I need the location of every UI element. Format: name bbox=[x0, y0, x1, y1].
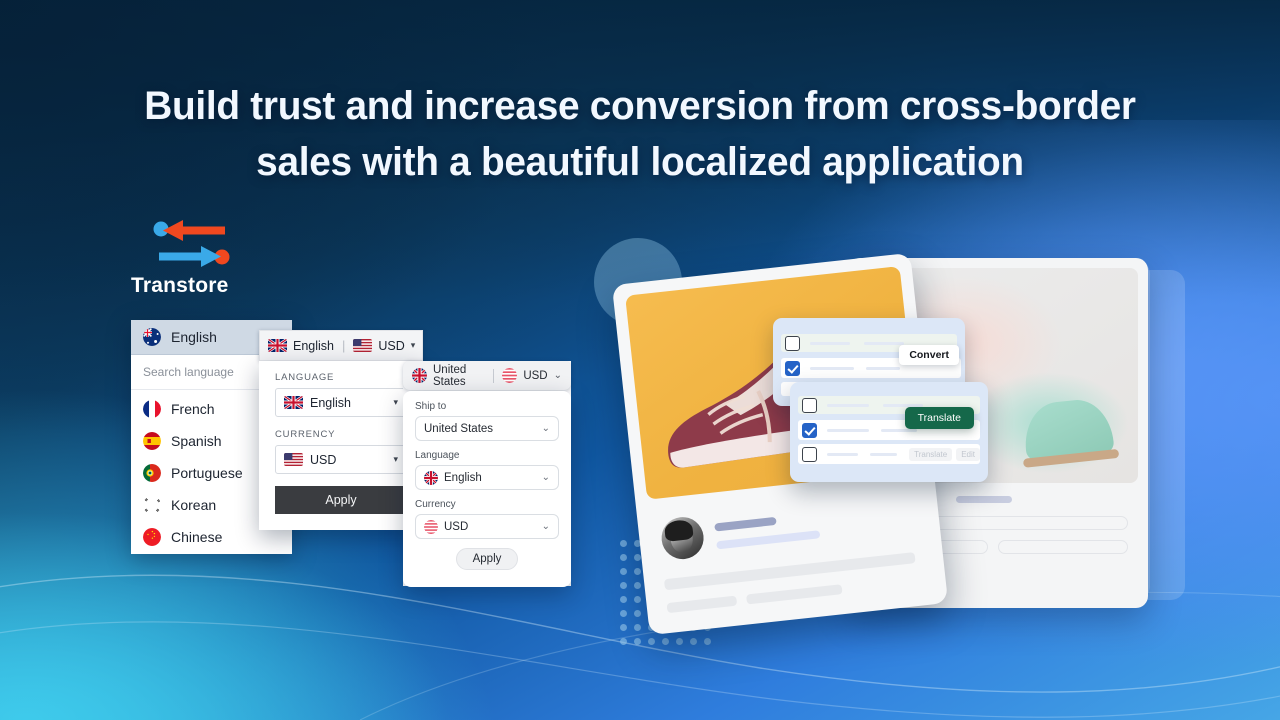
placeholder-bar bbox=[666, 595, 738, 614]
chevron-down-icon: ⌄ bbox=[541, 423, 550, 434]
us-flag-icon bbox=[284, 453, 303, 466]
two-arrows-logo-icon bbox=[153, 220, 230, 267]
pt-flag-icon bbox=[143, 464, 161, 482]
placeholder-line bbox=[998, 540, 1128, 554]
selector-trigger-bar[interactable]: English | USD ▾ bbox=[259, 330, 423, 361]
ghost-translate-button[interactable]: Translate bbox=[909, 447, 953, 461]
us-flag-icon bbox=[424, 519, 438, 534]
gb-flag-icon bbox=[268, 339, 287, 352]
shipto-bar-divider bbox=[492, 368, 494, 383]
apply-button[interactable]: Apply bbox=[455, 548, 519, 570]
placeholder-text bbox=[866, 366, 900, 370]
chevron-down-icon: ⌄ bbox=[541, 521, 550, 532]
apply-button[interactable]: Apply bbox=[275, 486, 407, 514]
shipto-currency-select[interactable]: USD ⌄ bbox=[415, 514, 559, 539]
placeholder-bar bbox=[716, 530, 821, 550]
headline-line-1: Build trust and increase conversion from… bbox=[144, 84, 1136, 128]
placeholder-bar bbox=[714, 516, 777, 532]
placeholder-text bbox=[810, 341, 850, 345]
page-title: Build trust and increase conversion from… bbox=[19, 78, 1261, 190]
selector-bar-language: English bbox=[293, 338, 334, 353]
language-selected-label: English bbox=[171, 329, 217, 345]
convert-button[interactable]: Convert bbox=[899, 345, 959, 365]
es-flag-icon bbox=[143, 432, 161, 450]
us-flag-icon bbox=[353, 339, 373, 352]
chevron-down-icon[interactable]: ⌄ bbox=[554, 370, 562, 381]
shipto-bar-currency: USD bbox=[523, 369, 548, 382]
placeholder-text bbox=[864, 341, 904, 345]
brand-logo: Transtore bbox=[131, 212, 281, 308]
us-flag-icon bbox=[502, 368, 518, 383]
chevron-down-icon[interactable]: ▾ bbox=[411, 340, 416, 351]
product-cards-illustration: Convert Translate Edit Translate bbox=[590, 230, 1185, 650]
translate-button[interactable]: Translate bbox=[904, 407, 974, 429]
currency-select[interactable]: USD ▾ bbox=[275, 445, 407, 474]
placeholder-text bbox=[827, 428, 869, 432]
shipto-country-value: United States bbox=[424, 422, 494, 435]
selector-bar-currency: USD bbox=[378, 338, 405, 353]
checkbox-checked[interactable] bbox=[785, 360, 800, 376]
shoe-green-icon bbox=[1021, 396, 1115, 462]
headline-line-2: sales with a beautiful localized applica… bbox=[256, 140, 1024, 184]
shipto-field-label: Ship to bbox=[415, 401, 447, 412]
brand-name: Transtore bbox=[131, 274, 229, 297]
kr-flag-icon bbox=[143, 496, 161, 514]
gb-flag-icon bbox=[424, 470, 438, 485]
placeholder-bar bbox=[956, 496, 1012, 503]
ghost-edit-button[interactable]: Edit bbox=[956, 447, 980, 461]
language-option-label: Portuguese bbox=[171, 465, 243, 481]
placeholder-bar bbox=[663, 552, 916, 591]
language-option-label: Chinese bbox=[171, 529, 223, 545]
cn-flag-icon bbox=[143, 528, 161, 546]
shipto-language-select[interactable]: English ⌄ bbox=[415, 465, 559, 490]
placeholder-text bbox=[827, 452, 859, 456]
search-language-placeholder: Search language bbox=[143, 365, 234, 379]
language-option-label: Spanish bbox=[171, 433, 222, 449]
gb-flag-icon bbox=[284, 396, 303, 409]
language-option-label: French bbox=[171, 401, 215, 417]
avatar-hair bbox=[663, 518, 694, 542]
selector-bar-separator: | bbox=[342, 338, 346, 353]
selector-panel-body: LANGUAGE English ▾ CURRENCY USD ▾ Apply bbox=[259, 361, 423, 530]
placeholder-text bbox=[810, 366, 854, 370]
shipto-trigger-bar[interactable]: United States USD ⌄ bbox=[403, 361, 571, 390]
chevron-down-icon: ⌄ bbox=[541, 472, 550, 483]
checkbox-unchecked[interactable] bbox=[802, 446, 817, 462]
chevron-down-icon: ▾ bbox=[393, 397, 398, 407]
shipto-currency-value: USD bbox=[444, 520, 469, 533]
overlay-row-disabled: Translate Edit bbox=[798, 444, 980, 464]
currency-field-label: CURRENCY bbox=[275, 429, 336, 440]
placeholder-text bbox=[870, 452, 898, 456]
translate-overlay-card: Translate Edit Translate bbox=[790, 382, 988, 482]
placeholder-bar bbox=[746, 584, 843, 605]
gb-flag-icon bbox=[412, 368, 427, 383]
checkbox-unchecked[interactable] bbox=[785, 335, 800, 351]
currency-select-value: USD bbox=[310, 452, 337, 467]
placeholder-text bbox=[827, 403, 869, 407]
checkbox-checked[interactable] bbox=[802, 422, 817, 438]
shipto-currency-label: Currency bbox=[415, 499, 456, 510]
fr-flag-icon bbox=[143, 400, 161, 418]
language-select[interactable]: English ▾ bbox=[275, 388, 407, 417]
language-currency-selector-panel: English | USD ▾ LANGUAGE English ▾ CURRE… bbox=[259, 330, 423, 530]
shipto-country-select[interactable]: United States ⌄ bbox=[415, 416, 559, 441]
shipto-language-label: Language bbox=[415, 450, 460, 461]
language-field-label: LANGUAGE bbox=[275, 372, 335, 383]
shipto-selector-panel: United States USD ⌄ Ship to United State… bbox=[403, 361, 571, 587]
au-flag-icon bbox=[143, 328, 161, 346]
shipto-bar-country: United States bbox=[433, 363, 467, 388]
chevron-down-icon: ▾ bbox=[393, 454, 398, 464]
language-option-label: Korean bbox=[171, 497, 217, 513]
shipto-panel-body: Ship to United States ⌄ Language English… bbox=[403, 391, 571, 587]
avatar bbox=[659, 514, 706, 562]
shipto-apply-row: Apply bbox=[415, 548, 559, 570]
checkbox-unchecked[interactable] bbox=[802, 397, 817, 413]
shipto-language-value: English bbox=[444, 471, 482, 484]
language-select-value: English bbox=[310, 395, 351, 410]
